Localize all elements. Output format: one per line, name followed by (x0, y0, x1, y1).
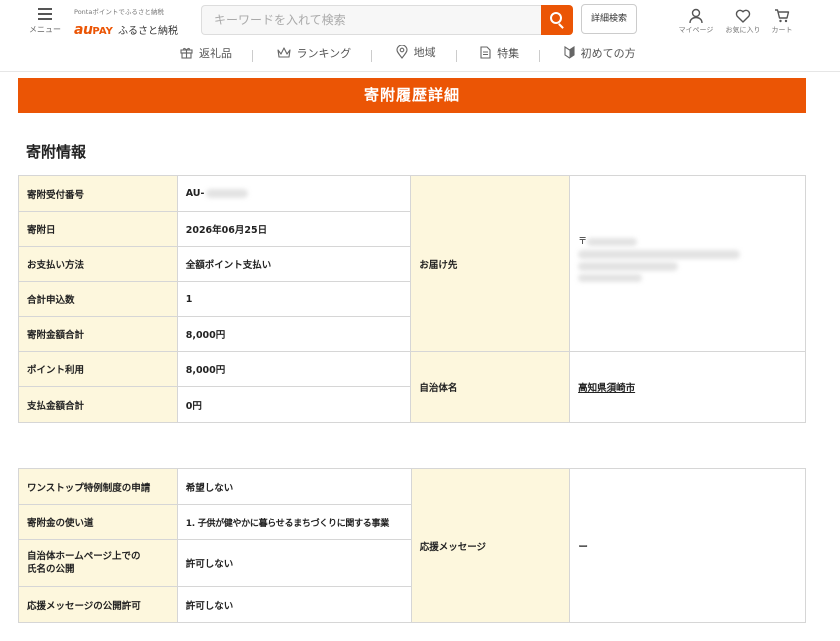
table-row: ワンストップ特例制度の申請 希望しない 応援メッセージ ー (18, 468, 806, 623)
donation-options-table: ワンストップ特例制度の申請 希望しない 応援メッセージ ー 寄附金の使い道 1.… (18, 468, 806, 623)
row-label: 寄附金額合計 (18, 316, 178, 352)
cart-icon (775, 9, 790, 23)
menu-button[interactable]: メニュー (28, 6, 62, 35)
message-value: ー (569, 468, 806, 623)
logo-name: ふるさと納税 (117, 26, 178, 37)
table-row: 寄附受付番号 AU- お届け先 〒 (18, 175, 806, 352)
user-icon (689, 8, 703, 24)
crown-icon (276, 47, 291, 58)
mypage-button[interactable]: マイページ (674, 8, 718, 35)
search-bar (201, 5, 573, 35)
menu-label: メニュー (29, 25, 61, 34)
row-value: 許可しない (176, 539, 412, 587)
delivery-address: 〒 (569, 175, 806, 352)
nav-item-region[interactable]: 地域 (396, 44, 436, 60)
nav-label-gifts: 返礼品 (199, 46, 232, 60)
row-value: 2026年06月25日 (176, 211, 412, 247)
gift-icon (180, 47, 193, 59)
heart-icon (735, 9, 751, 23)
mypage-label: マイページ (678, 26, 714, 34)
nav-label-ranking: ランキング (296, 46, 352, 60)
row-value: 希望しない (176, 468, 412, 505)
row-value: 1. 子供が健やかに暮らせるまちづくりに関する事業 (176, 504, 412, 540)
row-label: ポイント利用 (18, 351, 178, 387)
row-label: 合計申込数 (18, 281, 178, 317)
nav-item-gifts[interactable]: 返礼品 (180, 45, 232, 61)
row-value: 0円 (176, 386, 412, 423)
municipality-link-cell: 高知県須崎市 (569, 351, 806, 423)
row-label: 応援メッセージの公開許可 (18, 586, 178, 623)
row-value: 全額ポイント支払い (176, 246, 412, 282)
municipality-label: 自治体名 (410, 351, 571, 423)
favorites-label: お気に入り (725, 26, 761, 34)
site-header: メニュー Pontaポイントでふるさと納税 auPAY ふるさと納税 詳細検索 … (0, 0, 840, 72)
logo-tagline: Pontaポイントでふるさと納税 (74, 8, 164, 16)
cart-label: カート (771, 26, 793, 34)
search-icon (550, 12, 562, 24)
row-value: 8,000円 (176, 351, 412, 387)
nav-item-features[interactable]: 特集 (480, 45, 519, 61)
row-label: 寄附受付番号 (18, 175, 178, 212)
row-label: 寄附金の使い道 (18, 504, 178, 540)
logo-pay: PAY (92, 26, 113, 37)
row-label: 自治体ホームページ上での氏名の公開 (18, 539, 178, 587)
row-value: 8,000円 (176, 316, 412, 352)
nav-item-ranking[interactable]: ランキング (276, 45, 352, 61)
cart-button[interactable]: カート (760, 8, 804, 35)
nav-label-beginners: 初めての方 (580, 46, 636, 60)
location-pin-icon (396, 45, 408, 59)
category-nav: 返礼品 ランキング 地域 特集 初めての方 (180, 44, 636, 64)
message-label: 応援メッセージ (410, 468, 571, 623)
postal-mark: 〒 (578, 237, 588, 247)
advanced-search-button[interactable]: 詳細検索 (581, 4, 637, 34)
delivery-label: お届け先 (410, 175, 571, 352)
nav-label-region: 地域 (413, 46, 436, 59)
favorites-button[interactable]: お気に入り (721, 8, 765, 35)
row-value: 1 (176, 281, 412, 317)
table-row: ポイント利用 8,000円 自治体名 高知県須崎市 (18, 351, 806, 423)
beginner-mark-icon (564, 46, 575, 59)
site-logo[interactable]: Pontaポイントでふるさと納税 auPAY ふるさと納税 (74, 6, 184, 38)
row-label: 支払金額合計 (18, 386, 178, 423)
row-value: 許可しない (176, 586, 412, 623)
donation-number: AU- (176, 175, 412, 212)
nav-label-features: 特集 (497, 46, 520, 60)
municipality-link[interactable]: 高知県須崎市 (578, 383, 635, 394)
hamburger-icon (38, 8, 52, 20)
donation-info-table: 寄附受付番号 AU- お届け先 〒 寄附日 2026年06月25日 お支払い方法… (18, 175, 806, 423)
search-input[interactable] (201, 5, 541, 35)
logo-au: au (74, 22, 93, 38)
row-label: お支払い方法 (18, 246, 178, 282)
document-icon (480, 46, 491, 59)
section-title: 寄附情報 (26, 143, 87, 161)
page-title-banner: 寄附履歴詳細 (18, 78, 806, 113)
row-label: 寄附日 (18, 211, 178, 247)
nav-item-beginners[interactable]: 初めての方 (564, 45, 636, 61)
row-label: ワンストップ特例制度の申請 (18, 468, 178, 505)
search-button[interactable] (541, 5, 573, 35)
